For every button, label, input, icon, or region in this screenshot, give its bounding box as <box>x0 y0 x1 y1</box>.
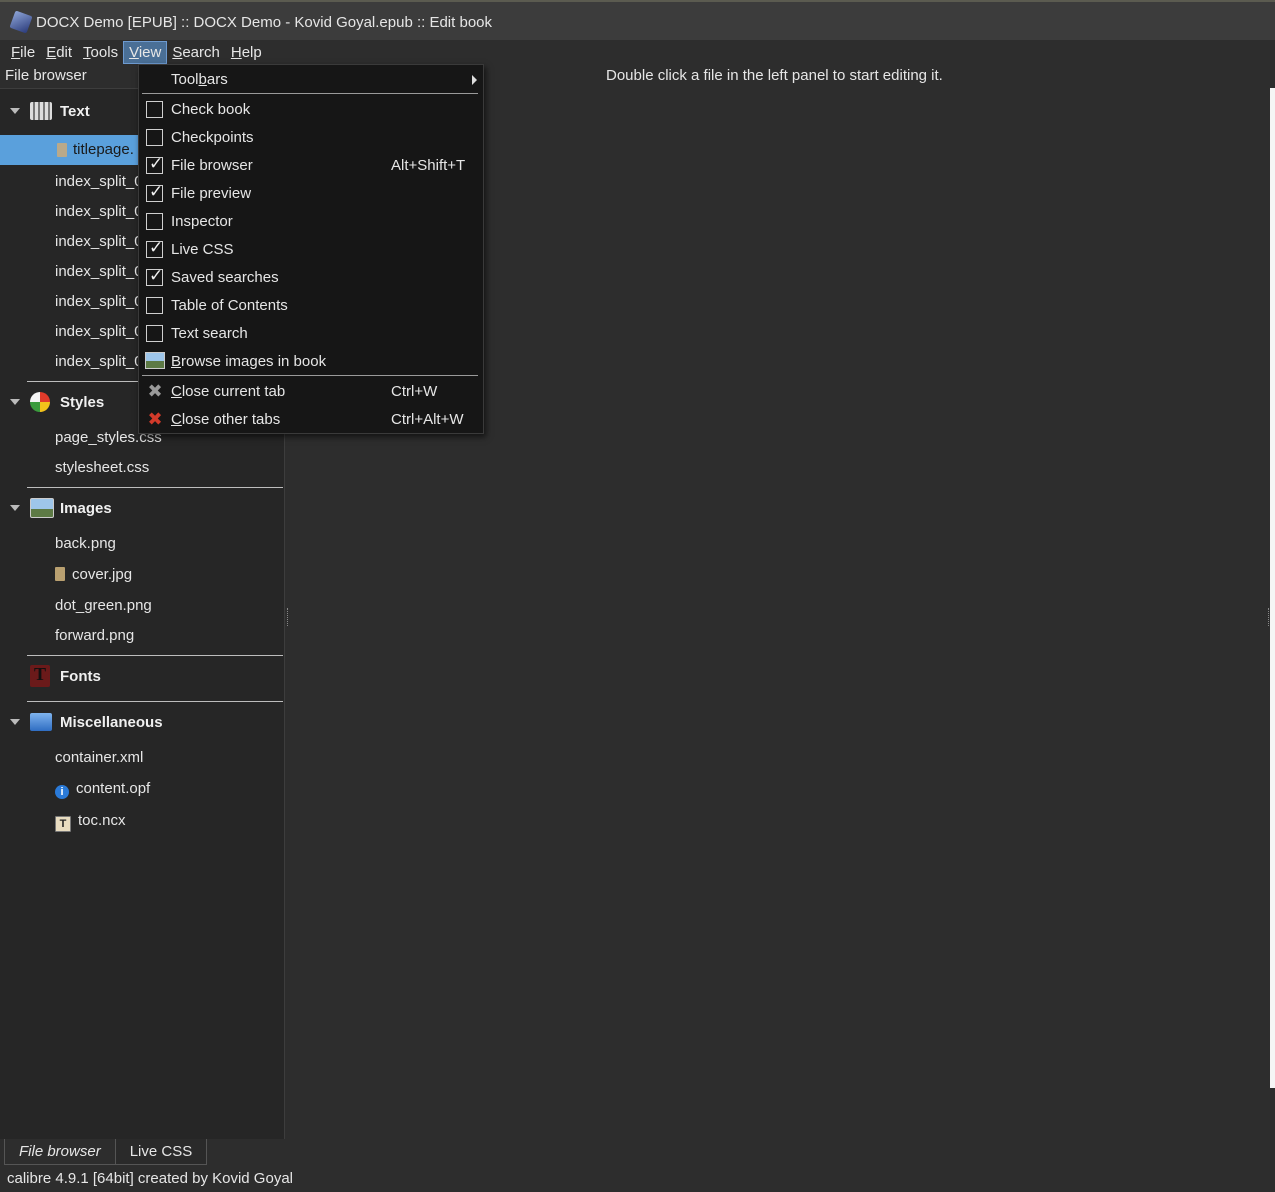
fonts-icon: T <box>30 665 50 687</box>
view-menu-dropdown: Toolbars Check book Checkpoints ✓ File b… <box>138 64 484 434</box>
toc-icon: T <box>55 816 71 832</box>
text-files-icon <box>30 102 52 120</box>
splitter-handle[interactable] <box>287 608 290 626</box>
calibre-edit-icon <box>9 10 33 34</box>
divider <box>27 701 283 702</box>
file-browser-title: File browser <box>5 67 87 84</box>
menu-separator <box>142 93 478 94</box>
checkbox-checked[interactable]: ✓ <box>146 154 164 174</box>
checkbox-checked[interactable]: ✓ <box>146 182 164 202</box>
menu-item-text-search[interactable]: Text search <box>139 320 483 348</box>
checkmark-icon: ✓ <box>149 266 164 286</box>
category-label: Miscellaneous <box>60 713 163 731</box>
editor-hint: Double click a file in the left panel to… <box>606 67 943 84</box>
menu-view[interactable]: View <box>123 40 168 64</box>
menu-separator <box>142 375 478 376</box>
category-label: Images <box>60 499 112 517</box>
expand-arrow-icon[interactable] <box>10 399 20 405</box>
menu-item-file-preview[interactable]: ✓ File preview <box>139 180 483 208</box>
file-item[interactable]: dot_green.png <box>55 597 152 614</box>
checkmark-icon: ✓ <box>149 182 164 202</box>
divider <box>27 487 283 488</box>
checkbox[interactable] <box>146 129 163 146</box>
category-label: Text <box>60 102 90 120</box>
checkbox[interactable] <box>146 101 163 118</box>
menu-item-close-current-tab[interactable]: ✖ Close current tab Ctrl+W <box>139 378 483 406</box>
menu-item-toolbars[interactable]: Toolbars <box>139 66 483 94</box>
file-item[interactable]: index_split_0 <box>55 323 143 340</box>
title-bar: DOCX Demo [EPUB] :: DOCX Demo - Kovid Go… <box>0 0 1275 42</box>
checkbox-checked[interactable]: ✓ <box>146 266 164 286</box>
category-label: Fonts <box>60 667 101 685</box>
expand-arrow-icon[interactable] <box>10 505 20 511</box>
menu-item-inspector[interactable]: Inspector <box>139 208 483 236</box>
menu-item-checkpoints[interactable]: Checkpoints <box>139 124 483 152</box>
submenu-arrow-icon <box>472 75 477 85</box>
checkmark-icon: ✓ <box>149 154 164 174</box>
close-x-icon: ✖ <box>147 381 163 401</box>
file-item-opf[interactable]: i content.opf <box>55 780 150 799</box>
category-label: Styles <box>60 393 105 411</box>
divider <box>27 655 283 656</box>
checkbox[interactable] <box>146 213 163 230</box>
menu-item-check-book[interactable]: Check book <box>139 96 483 124</box>
folder-icon <box>30 713 52 731</box>
tab-file-browser[interactable]: File browser <box>4 1139 116 1165</box>
file-item-ncx[interactable]: Ttoc.ncx <box>55 812 126 832</box>
shortcut: Ctrl+Alt+W <box>391 411 464 428</box>
menu-item-saved-searches[interactable]: ✓ Saved searches <box>139 264 483 292</box>
checkbox[interactable] <box>146 297 163 314</box>
tab-live-css[interactable]: Live CSS <box>115 1139 208 1165</box>
window-title: DOCX Demo [EPUB] :: DOCX Demo - Kovid Go… <box>36 13 493 31</box>
category-fonts[interactable]: T Fonts <box>0 661 283 691</box>
file-item[interactable]: stylesheet.css <box>55 459 149 476</box>
menu-item-live-css[interactable]: ✓ Live CSS <box>139 236 483 264</box>
menu-help[interactable]: Help <box>226 42 267 63</box>
expand-arrow-icon[interactable] <box>10 108 20 114</box>
file-item[interactable]: forward.png <box>55 627 134 644</box>
file-item-cover[interactable]: cover.jpg <box>55 566 132 583</box>
category-misc[interactable]: Miscellaneous <box>0 707 283 737</box>
checkbox[interactable] <box>146 325 163 342</box>
checkbox-checked[interactable]: ✓ <box>146 238 164 258</box>
menu-item-browse-images[interactable]: Browse images in book <box>139 348 483 376</box>
dock-tabs: File browser Live CSS <box>4 1139 208 1165</box>
checkmark-icon: ✓ <box>149 238 164 258</box>
menu-item-toc[interactable]: Table of Contents <box>139 292 483 320</box>
styles-icon <box>30 392 50 412</box>
menu-bar: File Edit Tools View Search Help <box>0 40 1275 64</box>
shortcut: Ctrl+W <box>391 383 438 400</box>
file-item[interactable]: index_split_0 <box>55 293 143 310</box>
file-item[interactable]: index_split_0 <box>55 173 143 190</box>
info-icon: i <box>55 785 69 799</box>
menu-search[interactable]: Search <box>167 42 225 63</box>
file-item[interactable]: index_split_0 <box>55 263 143 280</box>
shortcut: Alt+Shift+T <box>391 157 466 174</box>
close-others-icon: ✖ <box>147 409 163 429</box>
cover-file-icon <box>57 143 67 157</box>
file-item[interactable]: index_split_0 <box>55 233 143 250</box>
status-bar: calibre 4.9.1 [64bit] created by Kovid G… <box>7 1170 293 1187</box>
expand-arrow-icon[interactable] <box>10 719 20 725</box>
menu-tools[interactable]: Tools <box>78 42 123 63</box>
images-icon <box>30 498 54 518</box>
category-images[interactable]: Images <box>0 493 283 523</box>
cover-file-icon <box>55 567 65 581</box>
file-item[interactable]: index_split_0 <box>55 353 143 370</box>
file-item[interactable]: container.xml <box>55 749 143 766</box>
right-edge-panel <box>1270 88 1275 1088</box>
menu-item-close-other-tabs[interactable]: ✖ Close other tabs Ctrl+Alt+W <box>139 406 483 434</box>
file-item[interactable]: index_split_0 <box>55 203 143 220</box>
file-item[interactable]: back.png <box>55 535 116 552</box>
image-icon <box>145 352 165 369</box>
menu-file[interactable]: File <box>6 42 40 63</box>
menu-edit[interactable]: Edit <box>41 42 77 63</box>
menu-item-file-browser[interactable]: ✓ File browser Alt+Shift+T <box>139 152 483 180</box>
